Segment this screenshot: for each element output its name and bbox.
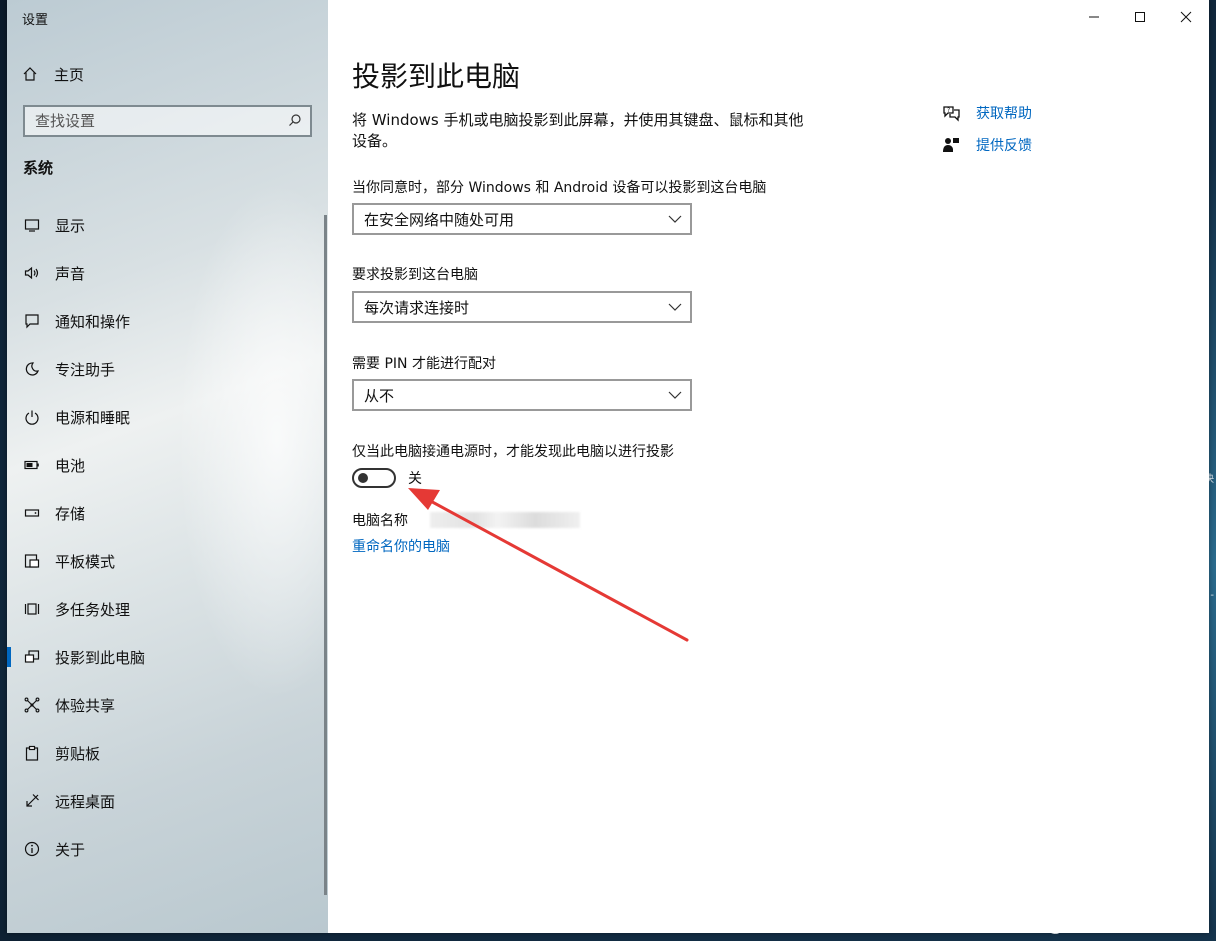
dropdown-value: 从不 (364, 386, 395, 405)
window-controls (1071, 0, 1209, 34)
availability-dropdown[interactable]: 在安全网络中随处可用 (352, 203, 692, 235)
notification-icon (23, 312, 41, 330)
ask-to-project-dropdown[interactable]: 每次请求连接时 (352, 291, 692, 323)
info-icon (23, 840, 41, 858)
sidebar-item-label: 平板模式 (55, 552, 116, 571)
get-help-link[interactable]: ? 获取帮助 (942, 102, 1032, 124)
search-box[interactable] (23, 105, 312, 137)
maximize-icon (1135, 12, 1145, 22)
tablet-icon (23, 552, 41, 570)
remote-icon (23, 792, 41, 810)
rename-pc-link[interactable]: 重命名你的电脑 (352, 536, 450, 556)
pc-name-label: 电脑名称 (352, 513, 408, 529)
sidebar-item-label: 主页 (54, 65, 85, 84)
sidebar-item-battery[interactable]: 电池 (7, 441, 328, 489)
sidebar-item-power-sleep[interactable]: 电源和睡眠 (7, 393, 328, 441)
power-toggle-row: 关 (352, 468, 422, 488)
sidebar-item-display[interactable]: 显示 (7, 201, 328, 249)
section-title: 系统 (23, 159, 54, 177)
sidebar-item-clipboard[interactable]: 剪贴板 (7, 729, 328, 777)
toggle-knob (358, 473, 368, 483)
search-icon[interactable] (288, 112, 302, 131)
sidebar-nav: 显示 声音 通知和操作 专注助手 电源和睡眠 电池 存储 平板模式 多任务处理 … (7, 201, 328, 873)
sidebar-item-multitasking[interactable]: 多任务处理 (7, 585, 328, 633)
sidebar-item-label: 专注助手 (55, 360, 116, 379)
chevron-down-icon (668, 303, 682, 311)
multitask-icon (23, 600, 41, 618)
feedback-link[interactable]: 提供反馈 (942, 134, 1032, 156)
close-button[interactable] (1163, 0, 1209, 34)
sidebar-item-storage[interactable]: 存储 (7, 489, 328, 537)
speaker-icon (23, 264, 41, 282)
search-input[interactable] (35, 112, 265, 130)
sidebar-item-label: 显示 (55, 216, 86, 235)
dropdown-value: 在安全网络中随处可用 (364, 210, 515, 229)
sidebar-item-label: 电池 (55, 456, 86, 475)
power-discovery-toggle[interactable] (352, 468, 396, 488)
storage-icon (23, 504, 41, 522)
toggle-state-label: 关 (408, 471, 422, 487)
power-icon (23, 408, 41, 426)
sidebar-item-label: 存储 (55, 504, 86, 523)
sidebar-item-label: 剪贴板 (55, 744, 101, 763)
availability-label: 当你同意时，部分 Windows 和 Android 设备可以投影到这台电脑 (352, 180, 767, 196)
pc-name-row: 电脑名称 (352, 510, 580, 530)
require-pin-label: 需要 PIN 才能进行配对 (352, 356, 496, 372)
moon-icon (23, 360, 41, 378)
sidebar-item-project-to-pc[interactable]: 投影到此电脑 (7, 633, 328, 681)
sidebar-item-label: 体验共享 (55, 696, 116, 715)
feedback-label: 提供反馈 (976, 138, 1032, 154)
get-help-label: 获取帮助 (976, 106, 1032, 122)
sidebar-item-shared-experiences[interactable]: 体验共享 (7, 681, 328, 729)
feedback-icon (942, 136, 962, 154)
help-panel: ? 获取帮助 提供反馈 (942, 102, 1032, 166)
sidebar-item-label: 远程桌面 (55, 792, 116, 811)
watermark: @稀土掘金技术社区 (1046, 915, 1208, 936)
share-icon (23, 696, 41, 714)
project-icon (23, 648, 41, 666)
sidebar-item-sound[interactable]: 声音 (7, 249, 328, 297)
sidebar: 设置 主页 系统 显示 声音 通知和操作 (7, 0, 328, 933)
sidebar-scrollbar[interactable] (324, 215, 327, 895)
clipboard-icon (23, 744, 41, 762)
svg-text:?: ? (947, 107, 950, 114)
settings-window: 设置 主页 系统 显示 声音 通知和操作 (7, 0, 1209, 933)
page-title: 投影到此电脑 (352, 60, 521, 93)
app-title: 设置 (22, 13, 49, 28)
main-content: 投影到此电脑 将 Windows 手机或电脑投影到此屏幕，并使用其键盘、鼠标和其… (328, 0, 1209, 933)
ask-to-project-label: 要求投影到这台电脑 (352, 267, 478, 283)
desktop-edge-mark: - (1210, 590, 1214, 601)
close-icon (1180, 11, 1192, 23)
sidebar-item-notifications[interactable]: 通知和操作 (7, 297, 328, 345)
maximize-button[interactable] (1117, 0, 1163, 34)
sidebar-item-label: 电源和睡眠 (55, 408, 131, 427)
sidebar-item-tablet-mode[interactable]: 平板模式 (7, 537, 328, 585)
sidebar-item-remote-desktop[interactable]: 远程桌面 (7, 777, 328, 825)
battery-icon (23, 456, 41, 474)
page-description: 将 Windows 手机或电脑投影到此屏幕，并使用其键盘、鼠标和其他设备。 (352, 111, 804, 150)
sidebar-item-label: 投影到此电脑 (55, 648, 146, 667)
pc-name-redacted (430, 512, 580, 528)
chevron-down-icon (668, 391, 682, 399)
sidebar-item-label: 声音 (55, 264, 86, 283)
sidebar-item-home[interactable]: 主页 (22, 63, 84, 85)
sidebar-item-label: 多任务处理 (55, 600, 131, 619)
require-pin-dropdown[interactable]: 从不 (352, 379, 692, 411)
monitor-icon (23, 216, 41, 234)
dropdown-value: 每次请求连接时 (364, 298, 470, 317)
sidebar-item-label: 关于 (55, 840, 86, 859)
chevron-down-icon (668, 215, 682, 223)
home-icon (22, 66, 40, 82)
sidebar-item-focus-assist[interactable]: 专注助手 (7, 345, 328, 393)
help-chat-icon: ? (942, 104, 962, 122)
minimize-icon (1089, 16, 1099, 18)
sidebar-item-about[interactable]: 关于 (7, 825, 328, 873)
minimize-button[interactable] (1071, 0, 1117, 34)
sidebar-item-label: 通知和操作 (55, 312, 131, 331)
power-discovery-label: 仅当此电脑接通电源时，才能发现此电脑以进行投影 (352, 444, 674, 460)
